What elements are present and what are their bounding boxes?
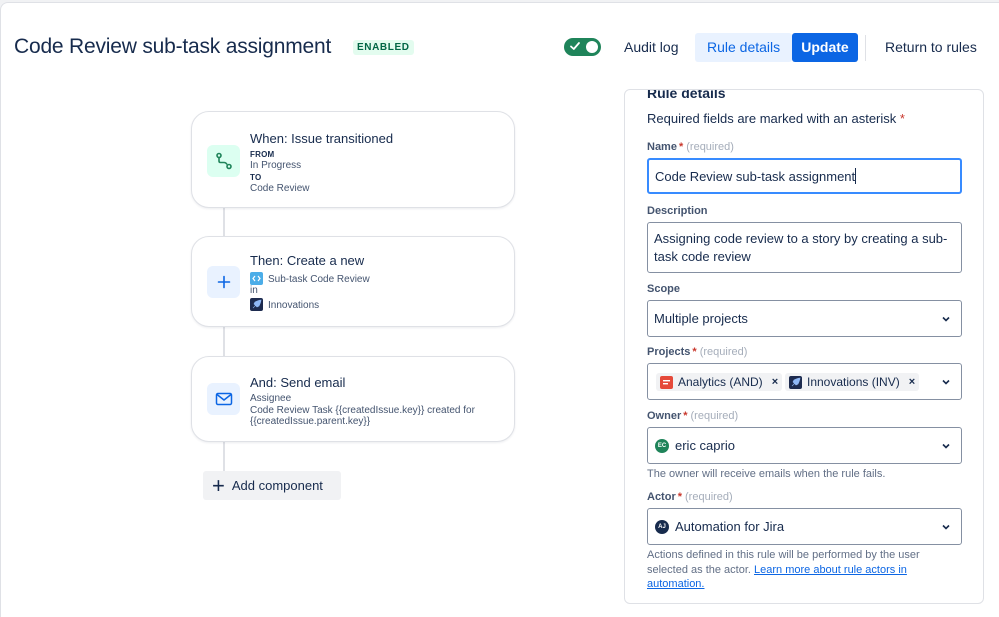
scope-value: Multiple projects [654,311,748,326]
add-component-label: Add component [231,478,323,493]
subtask-type-icon [250,272,263,285]
required-asterisk: * [678,141,684,153]
name-input[interactable]: Code Review sub-task assignment [647,158,962,194]
actor-label: Actor * (required) [647,491,733,503]
plus-icon [207,266,240,298]
scope-select[interactable]: Multiple projects [647,300,962,337]
name-label-text: Name [647,141,677,153]
description-label: Description [647,205,708,217]
chip-label: Analytics (AND) [678,375,763,389]
status-badge: ENABLED [353,40,414,55]
required-asterisk: * [683,410,688,422]
rocket-project-icon [250,298,263,311]
rule-header: Code Review sub-task assignment ENABLED … [1,3,999,89]
automation-rule-editor: Code Review sub-task assignment ENABLED … [0,2,999,617]
trigger-card[interactable]: When: Issue transitioned FROM In Progres… [191,111,515,208]
chevron-down-icon [942,443,950,449]
chevron-down-icon [942,316,950,322]
remove-chip-icon[interactable]: × [772,376,778,388]
update-button[interactable]: Update [792,33,858,62]
required-asterisk: * [899,111,905,126]
send-email-card[interactable]: And: Send email Assignee Code Review Tas… [191,356,515,442]
actor-label-text: Actor [647,491,676,503]
avatar: EC [655,439,669,453]
projects-label-text: Projects [647,346,691,358]
actor-helper-line-1: Actions defined in this rule will be per… [647,549,920,561]
rule-details-button[interactable]: Rule details [695,33,793,62]
learn-more-link-continued[interactable]: automation. [647,578,704,590]
scope-label: Scope [647,283,681,295]
to-label: TO [250,173,262,182]
owner-value: eric caprio [675,438,735,453]
description-line-1: Assigning code review to a story by crea… [654,231,948,246]
actor-value: Automation for Jira [675,519,785,534]
email-subject-line-1: Code Review Task {{createdIssue.key}} cr… [250,405,475,416]
to-status: Code Review [250,183,310,194]
return-to-rules-button[interactable]: Return to rules [873,33,989,62]
required-hint: (required) [685,491,733,503]
required-note: Required fields are marked with an aster… [647,111,905,126]
owner-label-text: Owner [647,410,682,422]
owner-helper-text: The owner will receive emails when the r… [647,468,886,480]
name-value: Code Review sub-task assignment [655,169,856,184]
owner-label: Owner * (required) [647,410,738,422]
rule-details-panel: Rule details Required fields are marked … [624,89,984,604]
trigger-title: When: Issue transitioned [250,131,394,146]
avatar: AJ [655,520,669,534]
action-title: Then: Create a new [250,253,365,268]
email-subject-line-2: {{createdIssue.parent.key}} [250,416,371,427]
email-recipient: Assignee [250,393,292,404]
description-textarea[interactable]: Assigning code review to a story by crea… [647,222,962,273]
in-label: in [250,285,258,296]
required-note-text: Required fields are marked with an aster… [647,111,897,126]
project-name: Innovations [268,300,320,311]
analytics-project-icon [660,375,673,389]
project-line: Innovations [250,298,319,311]
from-label: FROM [250,150,275,159]
required-hint: (required) [690,410,739,422]
check-icon [570,42,580,50]
projects-label: Projects * (required) [647,346,747,358]
add-component-button[interactable]: + Add component [203,471,341,500]
name-label: Name * (required) [647,141,734,153]
learn-more-link[interactable]: Learn more about rule actors in [754,564,907,576]
project-chip-analytics: Analytics (AND) × [656,373,783,391]
text-cursor [855,168,856,184]
rule-enabled-toggle[interactable] [564,38,601,56]
actor-helper-line-2: selected as the actor. Learn more about … [647,563,947,578]
connector-line [223,326,225,359]
project-chip-innovations: Innovations (INV) × [785,373,920,391]
issue-type-line: Sub-task Code Review [250,272,370,285]
audit-log-button[interactable]: Audit log [612,33,690,62]
owner-select[interactable]: EC eric caprio [647,427,962,464]
chevron-down-icon [942,524,950,530]
required-hint: (required) [699,346,748,358]
remove-chip-icon[interactable]: × [909,376,915,388]
panel-heading: Rule details [647,89,726,101]
required-hint: (required) [686,141,734,153]
actor-helper-prefix: selected as the actor. [647,563,755,576]
description-line-2: task code review [654,249,751,264]
connector-line [223,440,225,472]
header-divider [865,35,866,61]
required-asterisk: * [677,491,683,503]
mail-icon [207,383,240,415]
from-status: In Progress [250,160,302,171]
create-issue-card[interactable]: Then: Create a new Sub-task Code Review … [191,236,515,327]
email-title: And: Send email [250,375,346,390]
projects-multiselect[interactable]: Analytics (AND) × Innovations (INV) × [647,363,962,400]
plus-icon: + [212,472,225,498]
toggle-knob [586,41,598,53]
rocket-project-icon [789,375,802,389]
issue-type-text: Sub-task Code Review [268,274,370,285]
actor-helper-text: Actions defined in this rule will be per… [647,548,947,592]
page-title: Code Review sub-task assignment [14,35,332,58]
chevron-down-icon [942,379,950,385]
chip-label: Innovations (INV) [807,375,900,389]
actor-helper-line-3: automation. [647,577,947,592]
transition-icon [207,145,240,177]
required-asterisk: * [692,346,697,358]
actor-select[interactable]: AJ Automation for Jira [647,508,962,545]
